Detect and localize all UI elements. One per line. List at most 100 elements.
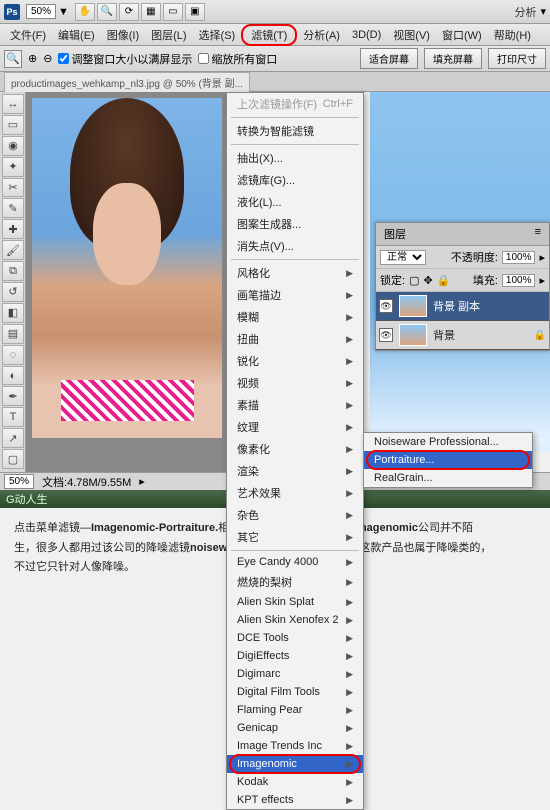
layer-thumbnail[interactable] <box>399 324 427 346</box>
filter-texture[interactable]: 纹理▶ <box>227 416 363 438</box>
wand-tool[interactable]: ✦ <box>2 157 24 177</box>
heal-tool[interactable]: ✚ <box>2 219 24 239</box>
history-brush-tool[interactable]: ↺ <box>2 282 24 302</box>
layer-thumbnail[interactable] <box>399 295 427 317</box>
menu-file[interactable]: 文件(F) <box>4 25 52 45</box>
visibility-icon[interactable]: 👁 <box>379 328 393 342</box>
document-tab[interactable]: productimages_wehkamp_nl3.jpg @ 50% (背景 … <box>4 72 250 92</box>
zoom-in-icon[interactable]: ⊕ <box>28 52 37 65</box>
eyedropper-tool[interactable]: ✎ <box>2 198 24 218</box>
gradient-tool[interactable]: ▤ <box>2 324 24 344</box>
menu-image[interactable]: 图像(I) <box>101 25 145 45</box>
arrange-icon[interactable]: ▭ <box>163 3 183 21</box>
filter-liquify[interactable]: 液化(L)... <box>227 191 363 213</box>
crop-tool[interactable]: ✂ <box>2 178 24 198</box>
status-zoom[interactable]: 50% <box>4 474 34 489</box>
blur-tool[interactable]: ◌ <box>2 345 24 365</box>
filter-dft[interactable]: Digital Film Tools▶ <box>227 683 363 701</box>
filter-pixelate[interactable]: 像素化▶ <box>227 438 363 460</box>
canvas[interactable] <box>32 98 222 438</box>
filter-stylize[interactable]: 风格化▶ <box>227 262 363 284</box>
analysis-dropdown-icon[interactable]: ▾ <box>540 5 546 18</box>
grid-icon[interactable]: ▦ <box>141 3 161 21</box>
submenu-realgrain[interactable]: RealGrain... <box>364 469 532 487</box>
filter-kpt[interactable]: KPT effects▶ <box>227 791 363 809</box>
zoom-dropdown-icon[interactable]: ▼ <box>58 6 69 18</box>
lock-all-icon[interactable]: 🔒 <box>437 274 451 287</box>
filter-extract[interactable]: 抽出(X)... <box>227 147 363 169</box>
hand-icon[interactable]: ✋ <box>75 3 95 21</box>
tool-preset-icon[interactable]: 🔍 <box>4 50 22 68</box>
zoom-icon[interactable]: 🔍 <box>97 3 117 21</box>
menu-help[interactable]: 帮助(H) <box>488 25 537 45</box>
menu-3d[interactable]: 3D(D) <box>346 27 387 43</box>
lock-pixels-icon[interactable]: ▢ <box>409 274 419 287</box>
layers-tab[interactable]: 图层≡ <box>376 223 549 246</box>
filter-render[interactable]: 渲染▶ <box>227 460 363 482</box>
filter-distort[interactable]: 扭曲▶ <box>227 328 363 350</box>
fill-field[interactable]: 100% <box>502 274 536 287</box>
filter-pattern[interactable]: 图案生成器... <box>227 213 363 235</box>
shape-tool[interactable]: ▢ <box>2 449 24 469</box>
layer-row[interactable]: 👁 背景 副本 <box>376 292 549 321</box>
filter-digieff[interactable]: DigiEffects▶ <box>227 647 363 665</box>
filter-vanishing[interactable]: 消失点(V)... <box>227 235 363 257</box>
menu-layer[interactable]: 图层(L) <box>145 25 192 45</box>
filter-dce[interactable]: DCE Tools▶ <box>227 629 363 647</box>
move-tool[interactable]: ↔ <box>2 94 24 114</box>
filter-blur[interactable]: 模糊▶ <box>227 306 363 328</box>
opacity-field[interactable]: 100% <box>502 251 536 264</box>
filter-imagenomic[interactable]: Imagenomic▶ <box>227 755 363 773</box>
marquee-tool[interactable]: ▭ <box>2 115 24 135</box>
lasso-tool[interactable]: ◉ <box>2 136 24 156</box>
filter-video[interactable]: 视频▶ <box>227 372 363 394</box>
zoom-out-icon[interactable]: ⊖ <box>43 52 52 65</box>
filter-noise[interactable]: 杂色▶ <box>227 504 363 526</box>
menu-filter[interactable]: 滤镜(T) <box>241 24 297 46</box>
rotate-icon[interactable]: ⟳ <box>119 3 139 21</box>
submenu-noiseware[interactable]: Noiseware Professional... <box>364 433 532 451</box>
panel-menu-icon[interactable]: ≡ <box>535 226 541 242</box>
eraser-tool[interactable]: ◧ <box>2 303 24 323</box>
pen-tool[interactable]: ✒ <box>2 386 24 406</box>
status-arrow-icon[interactable]: ▸ <box>139 475 145 488</box>
dodge-tool[interactable]: ◐ <box>2 366 24 386</box>
filter-digimarc[interactable]: Digimarc▶ <box>227 665 363 683</box>
menu-select[interactable]: 选择(S) <box>193 25 242 45</box>
filter-eyecandy[interactable]: Eye Candy 4000▶ <box>227 553 363 571</box>
filter-sharpen[interactable]: 锐化▶ <box>227 350 363 372</box>
resize-window-checkbox[interactable]: 调整窗口大小以满屏显示 <box>58 51 192 67</box>
path-tool[interactable]: ↗ <box>2 428 24 448</box>
fit-screen-button[interactable]: 适合屏幕 <box>360 48 418 69</box>
filter-genicap[interactable]: Genicap▶ <box>227 719 363 737</box>
filter-other[interactable]: 其它▶ <box>227 526 363 548</box>
lock-position-icon[interactable]: ✥ <box>423 274 432 287</box>
filter-sketch[interactable]: 素描▶ <box>227 394 363 416</box>
opacity-arrow-icon[interactable]: ▸ <box>539 251 545 264</box>
filter-kodak[interactable]: Kodak▶ <box>227 773 363 791</box>
filter-xenofex[interactable]: Alien Skin Xenofex 2▶ <box>227 611 363 629</box>
zoom-all-checkbox[interactable]: 缩放所有窗口 <box>198 51 277 67</box>
brush-tool[interactable]: 🖌 <box>2 240 24 260</box>
visibility-icon[interactable]: 👁 <box>379 299 393 313</box>
type-tool[interactable]: T <box>2 407 24 427</box>
fill-arrow-icon[interactable]: ▸ <box>539 274 545 287</box>
filter-pear[interactable]: 燃烧的梨树▶ <box>227 571 363 593</box>
layer-row[interactable]: 👁 背景 🔒 <box>376 321 549 350</box>
submenu-portraiture[interactable]: Portraiture... <box>364 451 532 469</box>
screen-icon[interactable]: ▣ <box>185 3 205 21</box>
filter-flaming[interactable]: Flaming Pear▶ <box>227 701 363 719</box>
filter-splat[interactable]: Alien Skin Splat▶ <box>227 593 363 611</box>
menu-view[interactable]: 视图(V) <box>387 25 436 45</box>
filter-imagetrends[interactable]: Image Trends Inc▶ <box>227 737 363 755</box>
filter-smart[interactable]: 转换为智能滤镜 <box>227 120 363 142</box>
zoom-field[interactable]: 50% <box>26 4 56 19</box>
menu-edit[interactable]: 编辑(E) <box>52 25 101 45</box>
fill-screen-button[interactable]: 填充屏幕 <box>424 48 482 69</box>
filter-artistic[interactable]: 艺术效果▶ <box>227 482 363 504</box>
stamp-tool[interactable]: ⧉ <box>2 261 24 281</box>
menu-window[interactable]: 窗口(W) <box>436 25 488 45</box>
analysis-menu[interactable]: 分析 <box>514 4 536 20</box>
filter-gallery[interactable]: 滤镜库(G)... <box>227 169 363 191</box>
print-size-button[interactable]: 打印尺寸 <box>488 48 546 69</box>
